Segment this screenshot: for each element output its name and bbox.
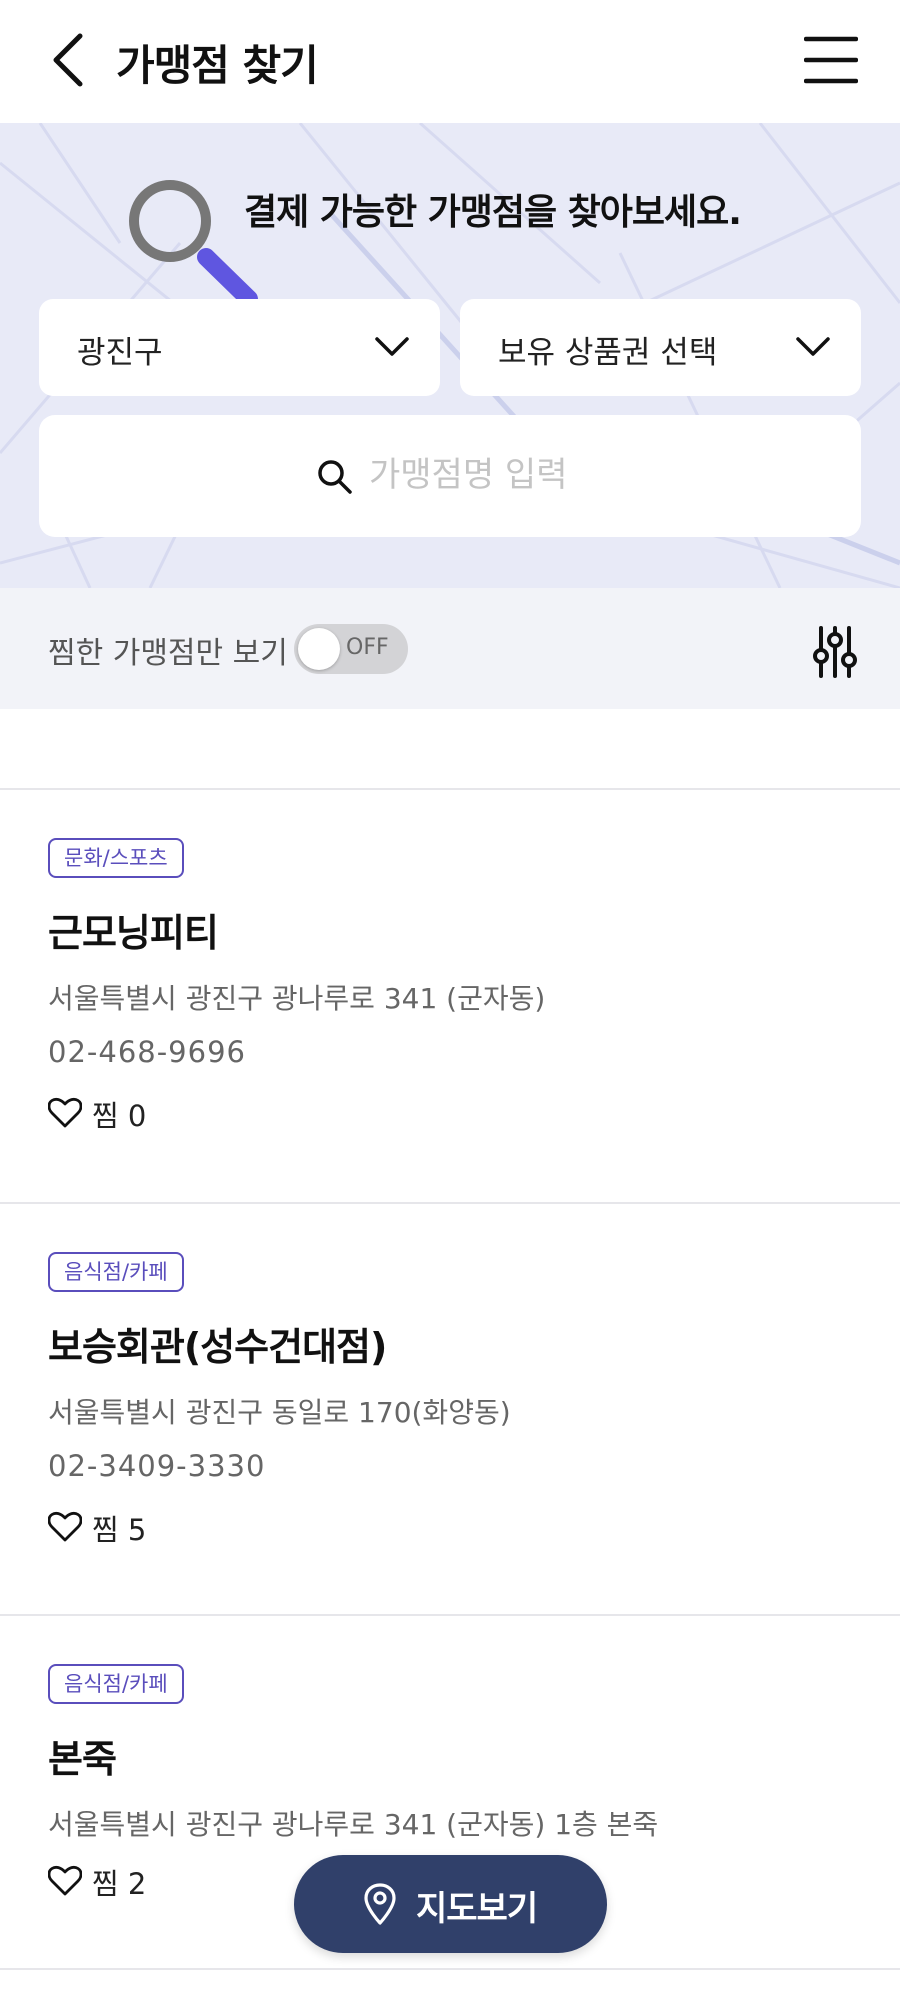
chevron-down-icon bbox=[375, 337, 409, 356]
store-address: 서울특별시 광진구 광나루로 341 (군자동) 1층 본죽 bbox=[48, 1808, 659, 1841]
district-select-value: 광진구 bbox=[77, 335, 163, 371]
favorites-only-label: 찜한 가맹점만 보기 bbox=[48, 636, 288, 671]
store-search-box[interactable] bbox=[39, 415, 861, 537]
chevron-down-icon bbox=[796, 337, 830, 356]
hero-message: 결제 가능한 가맹점을 찾아보세요. bbox=[244, 192, 742, 233]
toggle-state-text: OFF bbox=[346, 635, 389, 660]
favorites-only-toggle[interactable]: OFF bbox=[294, 624, 408, 674]
store-phone[interactable]: 02-468-9696 bbox=[48, 1035, 246, 1069]
filter-bar: 찜한 가맹점만 보기 OFF bbox=[0, 588, 900, 709]
back-arrow-icon[interactable] bbox=[44, 30, 92, 90]
heart-icon bbox=[48, 1097, 82, 1128]
magnifier-illustration-icon bbox=[129, 180, 258, 307]
store-name: 본죽 bbox=[48, 1737, 117, 1781]
view-map-label: 지도보기 bbox=[416, 1889, 538, 1929]
category-badge: 음식점/카페 bbox=[48, 1252, 184, 1292]
store-list-item[interactable]: 문화/스포츠 근모닝피티 서울특별시 광진구 광나루로 341 (군자동) 02… bbox=[0, 790, 900, 1202]
list-divider bbox=[0, 1968, 900, 1970]
top-app-bar: 가맹점 찾기 bbox=[0, 0, 900, 123]
search-hero-section: 결제 가능한 가맹점을 찾아보세요. 광진구 보유 상품권 선택 bbox=[0, 123, 900, 588]
store-search-input[interactable] bbox=[369, 445, 829, 505]
voucher-select-value: 보유 상품권 선택 bbox=[498, 335, 718, 371]
store-phone[interactable]: 02-3409-3330 bbox=[48, 1449, 265, 1483]
category-badge: 문화/스포츠 bbox=[48, 838, 184, 878]
hamburger-menu-icon[interactable] bbox=[804, 34, 858, 86]
store-list-item[interactable]: 음식점/카페 보승회관(성수건대점) 서울특별시 광진구 동일로 170(화양동… bbox=[0, 1204, 900, 1614]
heart-icon bbox=[48, 1511, 82, 1542]
like-count: 찜 0 bbox=[92, 1099, 147, 1133]
location-pin-icon bbox=[364, 1883, 396, 1925]
view-map-button[interactable]: 지도보기 bbox=[294, 1855, 607, 1953]
store-name: 보승회관(성수건대점) bbox=[48, 1325, 387, 1369]
search-icon bbox=[318, 460, 352, 494]
store-name: 근모닝피티 bbox=[48, 911, 219, 955]
heart-icon bbox=[48, 1865, 82, 1896]
like-count: 찜 2 bbox=[92, 1867, 147, 1901]
store-address: 서울특별시 광진구 광나루로 341 (군자동) bbox=[48, 982, 546, 1015]
store-address: 서울특별시 광진구 동일로 170(화양동) bbox=[48, 1396, 511, 1429]
toggle-knob bbox=[298, 628, 340, 670]
page-title: 가맹점 찾기 bbox=[116, 41, 319, 90]
district-select[interactable]: 광진구 bbox=[39, 299, 440, 396]
voucher-select[interactable]: 보유 상품권 선택 bbox=[460, 299, 861, 396]
category-badge: 음식점/카페 bbox=[48, 1664, 184, 1704]
filter-settings-icon[interactable] bbox=[812, 626, 858, 678]
like-count: 찜 5 bbox=[92, 1513, 147, 1547]
